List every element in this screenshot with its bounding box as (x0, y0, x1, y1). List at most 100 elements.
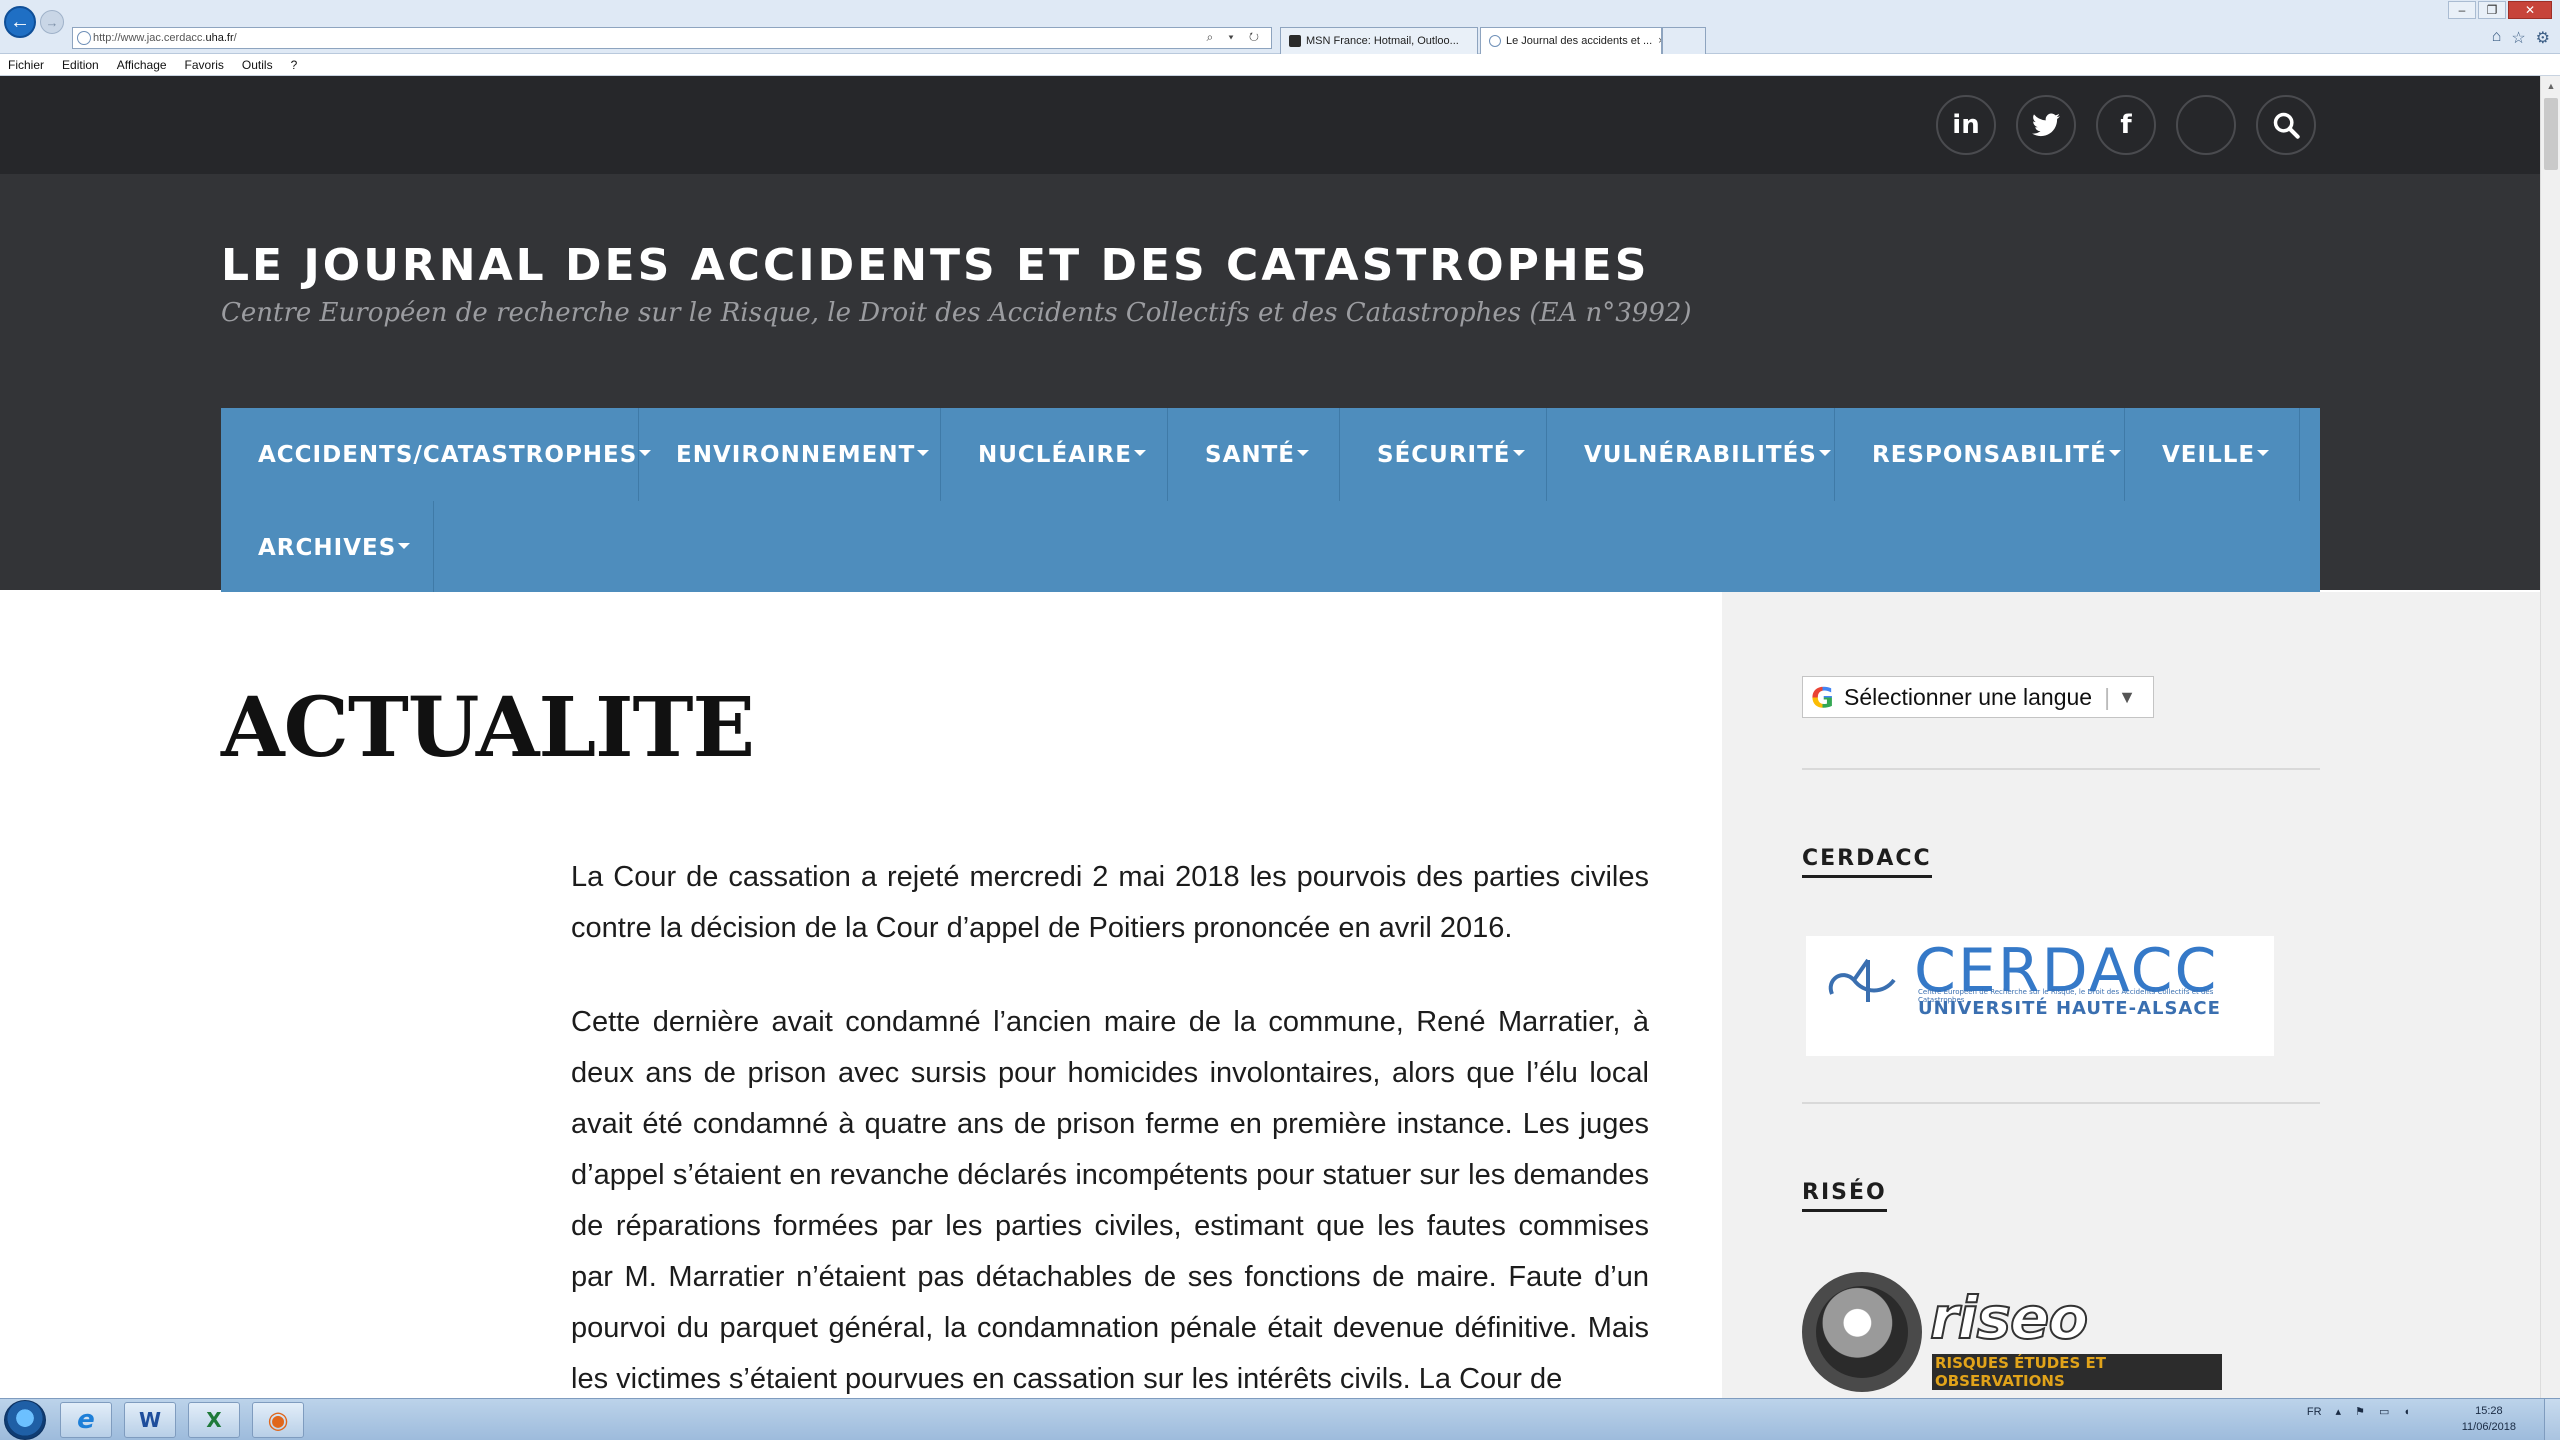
firefox-icon: ◉ (267, 1406, 289, 1434)
menu-edition[interactable]: Edition (62, 58, 99, 72)
taskbar-firefox[interactable]: ◉ (252, 1402, 304, 1438)
language-select[interactable]: G Sélectionner une langue | ▼ (1802, 676, 2154, 718)
social-bar: in f (0, 76, 2540, 174)
riseo-logo[interactable]: riseo RISQUES ÉTUDES ET OBSERVATIONS (1802, 1272, 2222, 1392)
facebook-icon: f (2120, 110, 2132, 140)
taskbar-internet-explorer[interactable]: e (60, 1402, 112, 1438)
home-icon[interactable]: ⌂ (2492, 28, 2502, 48)
nav-item-label: VULNÉRABILITÉS (1584, 441, 1817, 468)
vertical-scrollbar[interactable]: ▲ (2540, 76, 2560, 1398)
nav-item-label: SANTÉ (1205, 441, 1296, 468)
url-host: uha.fr (205, 32, 234, 44)
caret-down-icon (1133, 449, 1146, 456)
sidebar: G Sélectionner une langue | ▼ CERDACC CE… (1722, 592, 2540, 1398)
taskbar-excel[interactable]: X (188, 1402, 240, 1438)
menu-help[interactable]: ? (291, 58, 298, 72)
caret-down-icon (1818, 449, 1831, 456)
browser-toolbar-icons: ⌂ ☆ ⚙ (2492, 28, 2550, 48)
network-icon[interactable]: ▭ (2379, 1405, 2389, 1418)
riseo-wordmark: riseo (1929, 1283, 2089, 1353)
menu-outils[interactable]: Outils (242, 58, 273, 72)
caret-down-icon (1512, 449, 1525, 456)
page-viewport: in f LE JOURNAL DES ACCIDENTS ET DES CAT… (0, 76, 2540, 1398)
caret-down-icon (2257, 449, 2270, 456)
address-tools[interactable]: ⌕ ▾ ↻ (1206, 30, 1265, 45)
riseo-ring-icon (1802, 1272, 1922, 1392)
tab-title: Le Journal des accidents et ... (1506, 35, 1653, 47)
caret-down-icon (917, 449, 930, 456)
menu-affichage[interactable]: Affichage (117, 58, 167, 72)
tab-journal[interactable]: Le Journal des accidents et ... × (1480, 27, 1662, 54)
new-tab-button[interactable] (1662, 27, 1706, 54)
twitter-button[interactable] (2016, 95, 2076, 155)
nav-item-label: VEILLE (2162, 441, 2256, 468)
tab-msn[interactable]: MSN France: Hotmail, Outloo... (1280, 27, 1478, 54)
nav-item-sante[interactable]: SANTÉ (1168, 408, 1340, 501)
chevron-down-icon: ▼ (2118, 686, 2136, 707)
close-button[interactable]: ✕ (2508, 1, 2552, 19)
nav-item-label: ARCHIVES (258, 534, 397, 561)
site-tagline: Centre Européen de recherche sur le Risq… (221, 298, 1692, 328)
show-desktop-button[interactable] (2544, 1399, 2560, 1440)
tray-expand-icon[interactable]: ▴ (2336, 1405, 2342, 1418)
nav-item-veille[interactable]: VEILLE (2125, 408, 2300, 501)
nav-item-nucleaire[interactable]: NUCLÉAIRE (941, 408, 1168, 501)
article-paragraph: La Cour de cassation a rejeté mercredi 2… (571, 861, 1649, 944)
address-bar[interactable]: http://www.jac.cerdacc. uha.fr / ⌕ ▾ ↻ (72, 27, 1272, 49)
arrow-right-icon: → (45, 14, 59, 30)
social-button-empty[interactable] (2176, 95, 2236, 155)
nav-item-accidents[interactable]: ACCIDENTS/CATASTROPHES (221, 408, 652, 501)
url-suffix: / (233, 32, 237, 44)
search-button[interactable] (2256, 95, 2316, 155)
start-button[interactable] (4, 1400, 46, 1440)
nav-item-label: SÉCURITÉ (1377, 441, 1511, 468)
taskbar-word[interactable]: W (124, 1402, 176, 1438)
google-icon: G (1811, 680, 1834, 714)
forward-button[interactable]: → (40, 10, 64, 34)
msn-favicon (1289, 35, 1301, 47)
article-paragraph: Cette dernière avait condamné l’ancien m… (571, 1006, 1649, 1395)
minimize-button[interactable]: – (2448, 1, 2476, 19)
excel-icon: X (206, 1408, 222, 1432)
cerdacc-university: UNIVERSITÉ HAUTE-ALSACE (1918, 998, 2221, 1019)
flag-icon[interactable]: ⚑ (2355, 1405, 2365, 1418)
menu-favoris[interactable]: Favoris (185, 58, 224, 72)
back-button[interactable]: ← (4, 6, 36, 38)
taskbar: e W X ◉ FR ▴ ⚑ ▭ ◖ 15:28 11/06/2018 (0, 1398, 2560, 1440)
tab-title: MSN France: Hotmail, Outloo... (1306, 35, 1459, 47)
clock-date: 11/06/2018 (2461, 1421, 2516, 1433)
page-icon (77, 31, 91, 45)
nav-item-vulnerabilites[interactable]: VULNÉRABILITÉS (1547, 408, 1835, 501)
linkedin-button[interactable]: in (1936, 95, 1996, 155)
menu-bar: Fichier Edition Affichage Favoris Outils… (0, 54, 2560, 76)
menu-fichier[interactable]: Fichier (8, 58, 44, 72)
nav-item-securite[interactable]: SÉCURITÉ (1340, 408, 1547, 501)
main-content: ACTUALITE La Cour de cassation a rejeté … (0, 592, 1722, 1398)
language-indicator[interactable]: FR (2307, 1406, 2322, 1418)
facebook-button[interactable]: f (2096, 95, 2156, 155)
scroll-thumb[interactable] (2544, 98, 2558, 170)
nav-item-environnement[interactable]: ENVIRONNEMENT (639, 408, 941, 501)
word-icon: W (138, 1408, 162, 1432)
linkedin-icon: in (1952, 110, 1980, 140)
main-navigation: ACCIDENTS/CATASTROPHES ENVIRONNEMENT NUC… (221, 408, 2320, 594)
caret-down-icon (2108, 449, 2121, 456)
scroll-up-icon[interactable]: ▲ (2541, 76, 2560, 96)
arrow-left-icon: ← (10, 10, 30, 33)
widget-title-riseo: RISÉO (1802, 1180, 1887, 1212)
star-icon[interactable]: ☆ (2511, 28, 2525, 48)
clock[interactable]: 15:28 11/06/2018 (2462, 1403, 2516, 1435)
ie-page-favicon (1489, 35, 1501, 47)
nav-item-responsabilite[interactable]: RESPONSABILITÉ (1835, 408, 2125, 501)
nav-item-label: RESPONSABILITÉ (1872, 441, 2107, 468)
volume-icon[interactable]: ◖ (2403, 1406, 2410, 1418)
restore-button[interactable]: ❐ (2478, 1, 2506, 19)
screen: ← → http://www.jac.cerdacc. uha.fr / ⌕ ▾ ↻… (0, 0, 2560, 1440)
internet-explorer-icon: e (77, 1405, 95, 1435)
widget-title-cerdacc: CERDACC (1802, 846, 1932, 878)
nav-item-label: ACCIDENTS/CATASTROPHES (258, 441, 638, 468)
gear-icon[interactable]: ⚙ (2536, 28, 2550, 48)
nav-item-archives[interactable]: ARCHIVES (221, 501, 434, 594)
site-title[interactable]: LE JOURNAL DES ACCIDENTS ET DES CATASTRO… (221, 240, 1649, 291)
cerdacc-logo[interactable]: CERDACC Centre Européen de Recherche sur… (1806, 936, 2274, 1056)
